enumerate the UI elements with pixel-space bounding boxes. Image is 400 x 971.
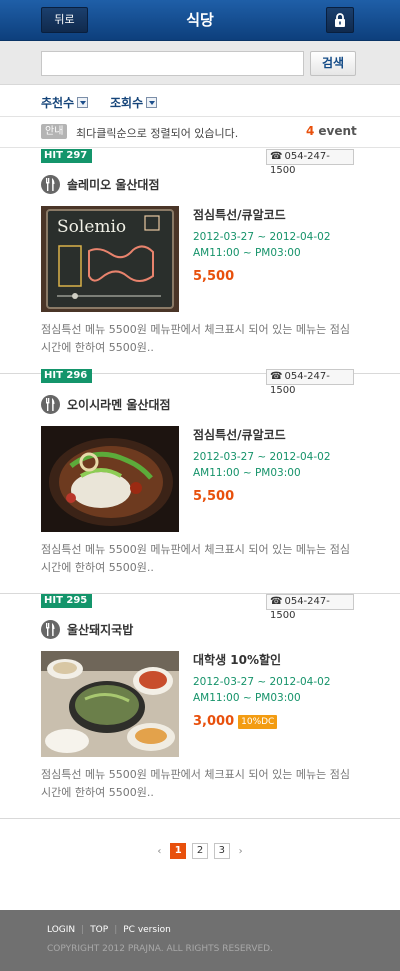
coupon-price: 5,500: [193, 489, 234, 504]
coupon-period: 2012-03-27 ~ 2012-04-02 AM11:00 ~ PM03:00: [193, 449, 331, 481]
coupon-title[interactable]: 점심특선/큐알코드: [193, 426, 286, 443]
sort-recommend-label: 추천수: [41, 96, 75, 110]
hit-badge: HIT 295: [41, 594, 92, 608]
coupon-date: 2012-03-27 ~ 2012-04-02: [193, 676, 331, 688]
login-button[interactable]: [326, 7, 354, 33]
photo-sign-text: Solemio: [57, 217, 126, 237]
footer: LOGIN | TOP | PC version COPYRIGHT 2012 PRAJ…: [0, 910, 400, 971]
chevron-down-icon: [146, 97, 158, 108]
coupon-description: 점심특선 메뉴 5500원 메뉴판에서 체크표시 되어 있는 메뉴는 점심시간에…: [41, 543, 350, 574]
price-value: 5,500: [193, 489, 235, 504]
list-item[interactable]: HIT 296 ☎ 054-247-1500 오이시라멘 울산대점 점심특선/큐알…: [0, 369, 400, 594]
fork-knife-icon: [41, 620, 60, 639]
page-button-2[interactable]: 2: [192, 843, 208, 859]
store-photo[interactable]: [41, 651, 179, 757]
footer-login-link[interactable]: LOGIN: [47, 925, 75, 935]
sort-recommend-dropdown[interactable]: 추천수: [41, 94, 89, 111]
notice-badge: 안내: [41, 124, 68, 139]
footer-pc-version-link[interactable]: PC version: [123, 925, 171, 935]
coupon-description: 점심특선 메뉴 5500원 메뉴판에서 체크표시 되어 있는 메뉴는 점심시간에…: [41, 768, 350, 799]
hit-badge: HIT 296: [41, 369, 92, 383]
price-value: 3,000: [193, 714, 235, 729]
store-name[interactable]: 오이시라멘 울산대점: [67, 396, 171, 413]
phone-button[interactable]: ☎ 054-247-1500: [266, 594, 354, 621]
prev-page-arrow[interactable]: ‹: [157, 846, 161, 857]
phone-icon: ☎: [270, 151, 283, 162]
page-button-3[interactable]: 3: [213, 843, 230, 859]
footer-links: LOGIN | TOP | PC version: [47, 925, 171, 935]
list-item[interactable]: HIT 297 ☎ 054-247-1500 솔레미오 울산대점 Solemio …: [0, 149, 400, 374]
discount-badge: 10%DC: [238, 715, 278, 729]
phone-icon: ☎: [270, 371, 283, 382]
sort-views-dropdown[interactable]: 조회수: [110, 94, 158, 111]
coupon-description: 점심특선 메뉴 5500원 메뉴판에서 체크표시 되어 있는 메뉴는 점심시간에…: [41, 323, 350, 354]
coupon-price: 5,500: [193, 269, 234, 284]
coupon-time: AM11:00 ~ PM03:00: [193, 692, 301, 704]
notice-text: 최다클릭순으로 정렬되어 있습니다.: [76, 127, 239, 140]
store-name[interactable]: 솔레미오 울산대점: [67, 176, 160, 193]
coupon-price: 3,000 10%DC: [193, 714, 278, 729]
coupon-title[interactable]: 대학생 10%할인: [193, 651, 281, 668]
footer-separator: |: [81, 925, 85, 935]
store-photo[interactable]: [41, 426, 179, 532]
search-bar: 검색: [0, 41, 400, 85]
fork-knife-icon: [41, 175, 60, 194]
coupon-time: AM11:00 ~ PM03:00: [193, 467, 301, 479]
search-button[interactable]: 검색: [310, 51, 356, 76]
list-item[interactable]: HIT 295 ☎ 054-247-1500 울산돼지국밥 대학생 10%할인 2…: [0, 594, 400, 819]
coupon-period: 2012-03-27 ~ 2012-04-02 AM11:00 ~ PM03:00: [193, 674, 331, 706]
coupon-time: AM11:00 ~ PM03:00: [193, 247, 301, 259]
lock-icon: [335, 13, 345, 27]
phone-button[interactable]: ☎ 054-247-1500: [266, 149, 354, 176]
sort-views-label: 조회수: [110, 96, 144, 110]
coupon-date: 2012-03-27 ~ 2012-04-02: [193, 231, 331, 243]
coupon-date: 2012-03-27 ~ 2012-04-02: [193, 451, 331, 463]
top-bar: 뒤로 식당: [0, 0, 400, 41]
pagination: ‹ 1 2 3 ›: [0, 843, 400, 863]
fork-knife-icon: [41, 395, 60, 414]
store-photo[interactable]: Solemio: [41, 206, 179, 312]
hit-badge: HIT 297: [41, 149, 92, 163]
coupon-period: 2012-03-27 ~ 2012-04-02 AM11:00 ~ PM03:00: [193, 229, 331, 261]
footer-separator: |: [114, 925, 118, 935]
event-label: event: [318, 124, 357, 138]
chevron-down-icon: [77, 97, 89, 108]
page-button-1[interactable]: 1: [170, 843, 187, 859]
price-value: 5,500: [193, 269, 235, 284]
coupon-title[interactable]: 점심특선/큐알코드: [193, 206, 286, 223]
sort-bar: 추천수 조회수: [0, 85, 400, 117]
copyright: COPYRIGHT 2012 PRAJNA. ALL RIGHTS RESERV…: [47, 944, 273, 954]
footer-top-link[interactable]: TOP: [90, 925, 108, 935]
phone-icon: ☎: [270, 596, 283, 607]
next-page-arrow[interactable]: ›: [239, 846, 243, 857]
event-count: 4 event: [306, 124, 357, 138]
notice-bar: 안내 최다클릭순으로 정렬되어 있습니다. 4 event: [0, 117, 400, 148]
store-name[interactable]: 울산돼지국밥: [67, 621, 133, 638]
search-input[interactable]: [41, 51, 304, 76]
phone-button[interactable]: ☎ 054-247-1500: [266, 369, 354, 396]
event-count-number: 4: [306, 124, 315, 138]
